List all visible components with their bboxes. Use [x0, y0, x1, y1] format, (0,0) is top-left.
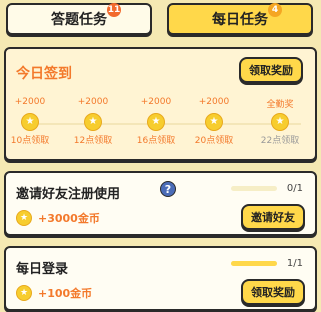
checkin-step[interactable]: +2000 ★ 16点领取 [128, 97, 184, 146]
checkin-step[interactable]: +2000 ★ 10点领取 [2, 97, 58, 146]
tab-label: 每日任务 [212, 12, 268, 28]
coin-icon: ★ [16, 210, 32, 226]
login-reward: ★ +100金币 [16, 285, 92, 301]
login-title: 每日登录 [16, 262, 69, 277]
step-amount: +2000 [77, 97, 109, 107]
invite-title: 邀请好友注册使用 [16, 187, 121, 202]
tab-badge: 11 [107, 3, 121, 17]
step-time: 10点领取 [10, 136, 50, 146]
reward-text: +100金币 [38, 287, 93, 300]
question-icon[interactable]: ? [160, 181, 176, 197]
coin-icon: ★ [205, 113, 223, 131]
progress-text: 1/1 [286, 258, 303, 269]
invite-friends-button[interactable]: 邀请好友 [241, 204, 305, 230]
step-time: 12点领取 [73, 136, 113, 146]
step-amount: 全勤奖 [266, 100, 294, 110]
progress-text: 0/1 [286, 183, 303, 194]
progress-fill [230, 261, 277, 266]
invite-progress: 0/1 [230, 183, 303, 194]
login-card: 每日登录 1/1 ★ +100金币 领取奖励 [4, 246, 317, 311]
tab-quiz-tasks[interactable]: 答题任务 11 [6, 3, 152, 35]
progress-bar [230, 186, 277, 191]
step-amount: +2000 [14, 97, 46, 107]
coin-icon: ★ [271, 113, 289, 131]
claim-login-reward-button[interactable]: 领取奖励 [241, 279, 305, 305]
tab-daily-tasks[interactable]: 每日任务 4 [167, 3, 313, 35]
login-progress: 1/1 [230, 258, 303, 269]
checkin-title: 今日签到 [16, 66, 72, 82]
tab-badge: 4 [268, 3, 282, 17]
coin-icon: ★ [16, 285, 32, 301]
coin-icon: ★ [21, 113, 39, 131]
claim-reward-button[interactable]: 领取奖励 [239, 57, 303, 83]
invite-reward: ★ +3000金币 [16, 210, 100, 226]
checkin-step[interactable]: +2000 ★ 12点领取 [65, 97, 121, 146]
step-amount: +2000 [198, 97, 230, 107]
tab-label: 答题任务 [51, 12, 107, 28]
reward-text: +3000金币 [38, 212, 100, 225]
invite-card: 邀请好友注册使用 ? 0/1 ★ +3000金币 邀请好友 [4, 171, 317, 236]
checkin-step[interactable]: 全勤奖 ★ 22点领取 [252, 97, 308, 146]
progress-bar [230, 261, 277, 266]
step-amount: +2000 [140, 97, 172, 107]
coin-icon: ★ [84, 113, 102, 131]
step-time: 22点领取 [260, 136, 300, 146]
checkin-card: 今日签到 领取奖励 +2000 ★ 10点领取 +2000 ★ 12点领取 +2… [4, 47, 317, 161]
step-time: 20点领取 [194, 136, 234, 146]
coin-icon: ★ [147, 113, 165, 131]
task-tabs: 答题任务 11 每日任务 4 [4, 3, 317, 37]
checkin-step[interactable]: +2000 ★ 20点领取 [186, 97, 242, 146]
step-time: 16点领取 [136, 136, 176, 146]
